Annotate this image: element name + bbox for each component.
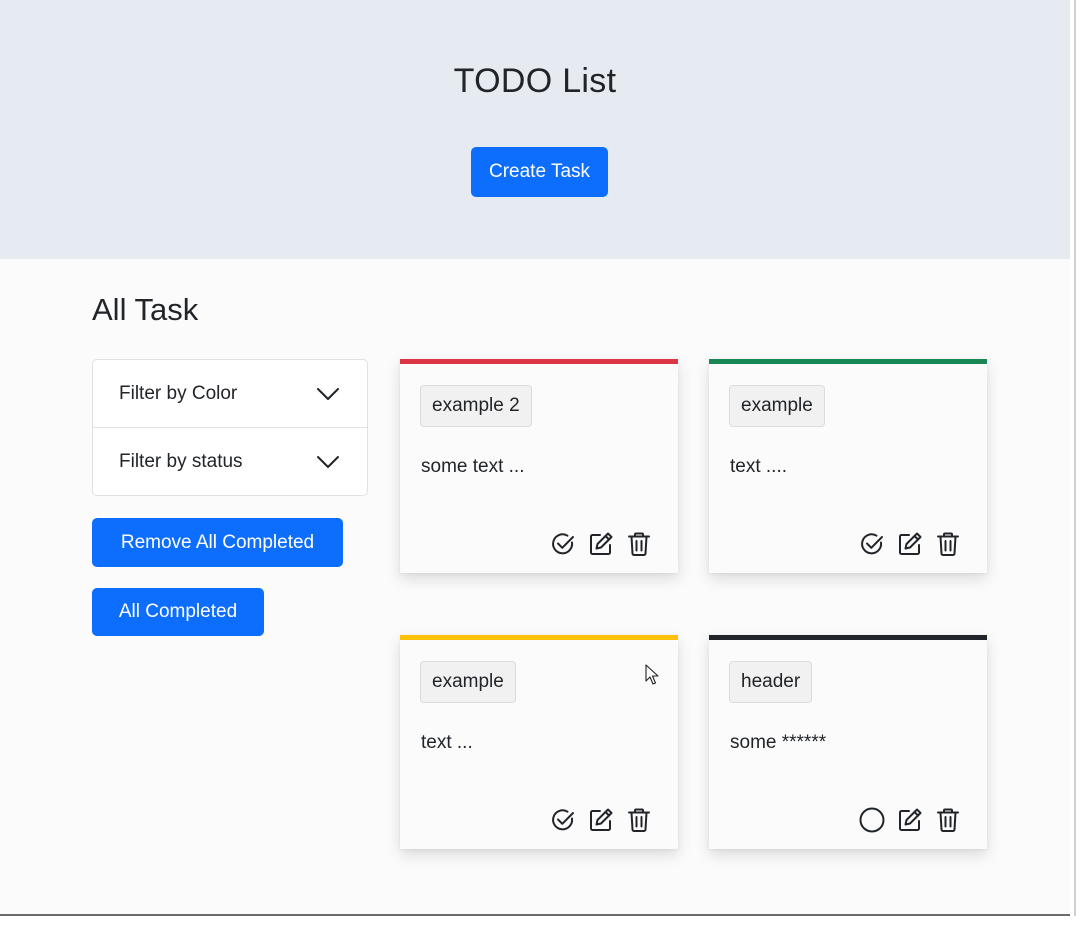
edit-icon[interactable] xyxy=(588,531,614,557)
filter-accordion: Filter by Color Filter by status xyxy=(92,359,368,496)
task-card: example 2 some text ... xyxy=(400,359,678,573)
check-circle-icon[interactable] xyxy=(859,531,885,557)
page-edge xyxy=(1070,0,1080,928)
edit-icon[interactable] xyxy=(897,531,923,557)
task-card: example text .... xyxy=(709,359,987,573)
chevron-down-icon xyxy=(315,381,341,407)
task-title: header xyxy=(729,661,813,703)
edit-icon[interactable] xyxy=(897,807,923,833)
edit-icon[interactable] xyxy=(588,807,614,833)
task-title: example xyxy=(729,385,825,427)
trash-icon[interactable] xyxy=(626,807,652,833)
filter-label: Filter by Color xyxy=(119,382,238,404)
task-color-bar xyxy=(709,359,987,364)
trash-icon[interactable] xyxy=(626,531,652,557)
circle-icon[interactable] xyxy=(859,807,885,833)
task-color-bar xyxy=(400,635,678,640)
remove-all-completed-button[interactable]: Remove All Completed xyxy=(92,518,343,567)
all-completed-button[interactable]: All Completed xyxy=(92,588,264,636)
task-title: example xyxy=(420,661,516,703)
task-text: some text ... xyxy=(421,456,525,477)
filter-by-status[interactable]: Filter by status xyxy=(93,428,367,496)
hero-header: TODO List Create Task xyxy=(0,0,1070,259)
check-circle-icon[interactable] xyxy=(550,807,576,833)
task-color-bar xyxy=(709,635,987,640)
task-title: example 2 xyxy=(420,385,532,427)
task-text: text .... xyxy=(730,456,788,477)
task-text: text ... xyxy=(421,732,473,753)
mouse-cursor-icon xyxy=(645,664,659,685)
trash-icon[interactable] xyxy=(935,807,961,833)
task-text: some ****** xyxy=(730,732,827,753)
section-title: All Task xyxy=(92,292,199,327)
filter-label: Filter by status xyxy=(119,451,243,472)
check-circle-icon[interactable] xyxy=(550,531,576,557)
filter-by-color[interactable]: Filter by Color xyxy=(93,360,367,428)
chevron-down-icon xyxy=(315,449,341,475)
task-card: header some ****** xyxy=(709,635,987,849)
page-title: TODO List xyxy=(453,62,617,100)
task-card: example text ... xyxy=(400,635,678,849)
task-color-bar xyxy=(400,359,678,364)
trash-icon[interactable] xyxy=(935,531,961,557)
create-task-button[interactable]: Create Task xyxy=(471,147,608,197)
page-footer-strip xyxy=(0,916,1080,928)
